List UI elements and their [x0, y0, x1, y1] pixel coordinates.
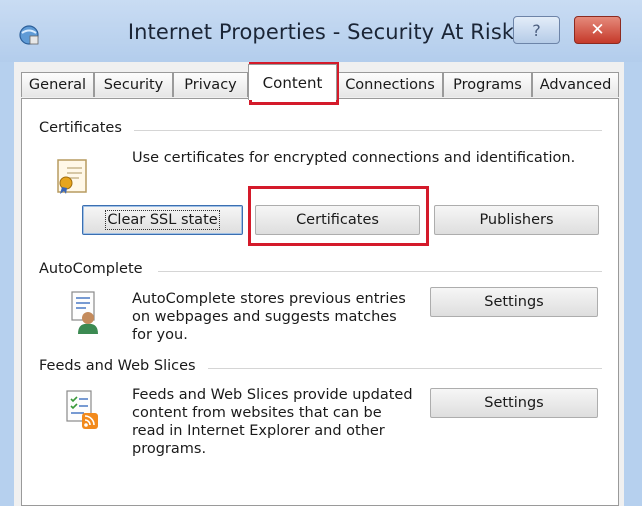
- tab-programs[interactable]: Programs: [443, 72, 532, 97]
- tab-privacy[interactable]: Privacy: [173, 72, 248, 97]
- tab-advanced[interactable]: Advanced: [532, 72, 619, 97]
- close-icon: ✕: [590, 20, 605, 40]
- autocomplete-icon: [71, 291, 98, 334]
- window-frame: Internet Properties - Security At Risk ?…: [0, 0, 642, 506]
- tab-security[interactable]: Security: [94, 72, 173, 97]
- autocomplete-description-line-3: for you.: [132, 327, 188, 343]
- tab-content[interactable]: Content: [248, 64, 337, 100]
- feeds-divider: [208, 368, 602, 369]
- autocomplete-settings-label: Settings: [484, 294, 544, 310]
- title-bar[interactable]: Internet Properties - Security At Risk ?…: [0, 0, 642, 62]
- help-button[interactable]: ?: [513, 16, 560, 44]
- clear-ssl-state-button[interactable]: Clear SSL state: [82, 205, 243, 235]
- clear-ssl-state-label: Clear SSL state: [105, 210, 220, 230]
- tab-connections[interactable]: Connections: [337, 72, 443, 97]
- close-button[interactable]: ✕: [574, 16, 621, 44]
- tab-general[interactable]: General: [21, 72, 94, 97]
- autocomplete-settings-button[interactable]: Settings: [430, 287, 598, 317]
- content-tab-panel: Certificates Use certificates for encryp…: [21, 98, 619, 506]
- publishers-button[interactable]: Publishers: [434, 205, 599, 235]
- feeds-icon: [66, 390, 98, 429]
- certificates-description: Use certificates for encrypted connectio…: [132, 150, 576, 166]
- autocomplete-divider: [158, 271, 602, 272]
- certificate-icon: [57, 159, 87, 194]
- autocomplete-group-title: AutoComplete: [39, 261, 143, 277]
- feeds-description-line-2: content from websites that can be: [132, 405, 382, 421]
- feeds-settings-label: Settings: [484, 395, 544, 411]
- feeds-group-title: Feeds and Web Slices: [39, 358, 196, 374]
- feeds-description-line-1: Feeds and Web Slices provide updated: [132, 387, 413, 403]
- certificates-group-title: Certificates: [39, 120, 122, 136]
- publishers-button-label: Publishers: [479, 212, 554, 228]
- certificates-button-label: Certificates: [296, 212, 379, 228]
- feeds-settings-button[interactable]: Settings: [430, 388, 598, 418]
- autocomplete-description-line-2: on webpages and suggests matches: [132, 309, 397, 325]
- certificates-divider: [134, 130, 602, 131]
- autocomplete-description-line-1: AutoComplete stores previous entries: [132, 291, 406, 307]
- dialog-client-area: General Security Privacy Content Connect…: [14, 62, 624, 506]
- help-icon: ?: [532, 20, 541, 40]
- certificates-button[interactable]: Certificates: [255, 205, 420, 235]
- feeds-description-line-4: programs.: [132, 441, 207, 457]
- feeds-description-line-3: read in Internet Explorer and other: [132, 423, 385, 439]
